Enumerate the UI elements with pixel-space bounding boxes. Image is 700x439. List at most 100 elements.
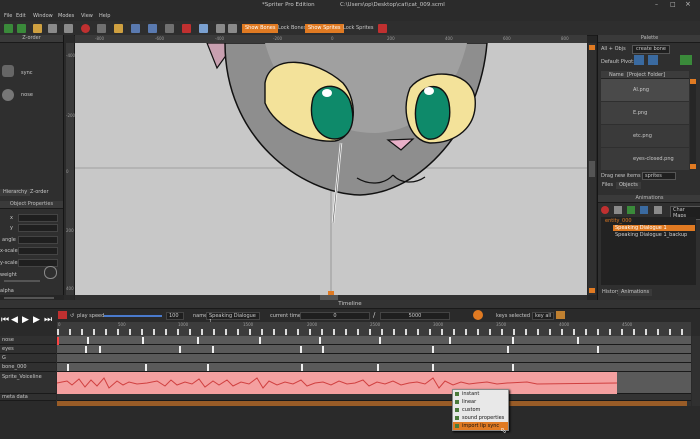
file-row[interactable]: etc.png	[601, 125, 689, 147]
tab-objects[interactable]: Objects	[616, 182, 641, 189]
play-icon[interactable]: ▶	[22, 315, 29, 325]
new-file-icon[interactable]	[97, 24, 106, 33]
skip-start-icon[interactable]: ⏮	[1, 315, 9, 325]
track-label-voiceline[interactable]: Sprite_Voiceline	[0, 372, 56, 394]
keyframe[interactable]	[507, 346, 509, 353]
menu-view[interactable]: View	[81, 13, 93, 19]
minimize-icon[interactable]: –	[655, 1, 658, 8]
pivot-icon[interactable]	[634, 55, 644, 65]
keyframe[interactable]	[319, 337, 321, 344]
keyframe[interactable]	[259, 337, 261, 344]
clock-icon[interactable]	[473, 310, 483, 320]
keyframe[interactable]	[512, 337, 514, 344]
track-label-nose[interactable]: nose	[0, 336, 56, 345]
canvas-viewport[interactable]	[75, 43, 587, 295]
track-row-bone[interactable]	[57, 363, 691, 372]
weight-slider[interactable]	[4, 280, 40, 282]
keyframe[interactable]	[432, 364, 434, 371]
duplicate-icon[interactable]	[640, 206, 648, 214]
add-animation-icon[interactable]	[601, 206, 609, 214]
keyframe[interactable]	[377, 364, 379, 371]
palette-scroll-down-icon[interactable]	[690, 164, 696, 169]
animation-item[interactable]: Speaking Dialogue 1_backup	[615, 232, 687, 238]
pin-icon[interactable]	[378, 24, 387, 33]
nose-thumbnail[interactable]	[2, 89, 14, 101]
menu-item-linear[interactable]: linear	[453, 398, 508, 406]
timeline-scroll-thumb[interactable]	[57, 401, 687, 406]
animation-name-field[interactable]: Speaking Dialogue 1	[206, 312, 260, 325]
menu-edit[interactable]: Edit	[16, 13, 26, 19]
settings-icon[interactable]	[165, 24, 174, 33]
new-entity-icon[interactable]	[627, 206, 635, 214]
keyframe[interactable]	[212, 346, 214, 353]
track-label-eyes[interactable]: eyes	[0, 345, 56, 354]
sync-thumbnail[interactable]	[2, 65, 14, 77]
keyframe[interactable]	[85, 346, 87, 353]
tab-files[interactable]: Files	[599, 182, 616, 189]
drag-items-select[interactable]: sprites	[642, 172, 676, 180]
time-ruler[interactable]: 0 500 1000 1500 2000 2500 3000 3500 4000…	[57, 322, 691, 336]
scroll-up-icon[interactable]	[589, 45, 595, 50]
play-speed-slider[interactable]	[104, 315, 162, 317]
track-row-eyes[interactable]	[57, 345, 691, 354]
keyframe[interactable]	[379, 337, 381, 344]
pivot-alt-icon[interactable]	[648, 55, 658, 65]
entity-item[interactable]: entity_000	[605, 218, 632, 224]
lock-sprites-button[interactable]: Lock Sprites	[340, 24, 376, 33]
create-bone-button[interactable]: create bone	[632, 45, 670, 54]
skip-end-icon[interactable]: ⏭	[44, 315, 52, 325]
track-row-meta[interactable]	[57, 394, 691, 401]
scroll-thumb[interactable]	[589, 161, 595, 177]
prop-x-field[interactable]	[18, 214, 58, 222]
prop-xscale-field[interactable]	[18, 247, 58, 255]
tab-z-order[interactable]: Z-order	[27, 189, 52, 196]
keyframe[interactable]	[145, 364, 147, 371]
copy-icon[interactable]	[48, 24, 57, 33]
maximize-icon[interactable]: □	[670, 1, 676, 8]
next-frame-icon[interactable]: ▶	[33, 315, 40, 325]
zorder-item-nose[interactable]: nose	[21, 92, 33, 98]
animation-item-selected[interactable]: Speaking Dialogue 1	[613, 225, 695, 231]
key-all-button[interactable]: key all	[532, 312, 555, 320]
keyframe[interactable]	[179, 346, 181, 353]
current-time-field[interactable]: 0	[300, 312, 370, 320]
track-label-bone[interactable]: bone_000	[0, 363, 56, 372]
tab-animations[interactable]: Animations	[618, 289, 653, 296]
tab-hierarchy[interactable]: Hierarchy	[0, 189, 31, 196]
track-row-g[interactable]	[57, 354, 691, 363]
key-options-icon[interactable]	[556, 311, 565, 319]
file-row[interactable]: E.png	[601, 102, 689, 124]
copy-animation-icon[interactable]	[614, 206, 622, 214]
folder-icon[interactable]	[33, 24, 42, 33]
redo-icon[interactable]	[17, 24, 26, 33]
record-key-icon[interactable]	[58, 311, 67, 319]
loop-icon[interactable]: ↺	[70, 313, 74, 319]
frame-icon[interactable]	[228, 24, 237, 33]
keyframe[interactable]	[512, 364, 514, 371]
export-icon[interactable]	[216, 24, 225, 33]
refresh-icon[interactable]	[680, 55, 692, 65]
menu-item-custom[interactable]: custom	[453, 406, 508, 414]
canvas-vertical-scrollbar[interactable]	[588, 43, 596, 295]
file-row[interactable]: AI.png	[601, 79, 689, 101]
menu-help[interactable]: Help	[99, 13, 110, 19]
save-icon[interactable]	[131, 24, 140, 33]
show-sprites-button[interactable]: Show Sprites	[305, 24, 344, 33]
keyframe[interactable]	[67, 364, 69, 371]
paste-icon[interactable]	[64, 24, 73, 33]
menu-modes[interactable]: Modes	[58, 13, 74, 19]
keyframe[interactable]	[301, 364, 303, 371]
zorder-item-sync[interactable]: sync	[21, 70, 32, 76]
total-time-field[interactable]: 5000	[380, 312, 450, 320]
bone-tool-icon[interactable]	[182, 24, 191, 33]
undo-icon[interactable]	[4, 24, 13, 33]
record-icon[interactable]	[81, 24, 90, 33]
keyframe[interactable]	[597, 346, 599, 353]
keyframe[interactable]	[207, 364, 209, 371]
menu-item-instant[interactable]: instant	[453, 390, 508, 398]
close-icon[interactable]: ×	[685, 0, 691, 8]
keyframe[interactable]	[300, 346, 302, 353]
menu-file[interactable]: File	[4, 13, 12, 19]
track-label-meta[interactable]: meta data	[0, 394, 56, 401]
alpha-slider[interactable]	[4, 297, 54, 299]
